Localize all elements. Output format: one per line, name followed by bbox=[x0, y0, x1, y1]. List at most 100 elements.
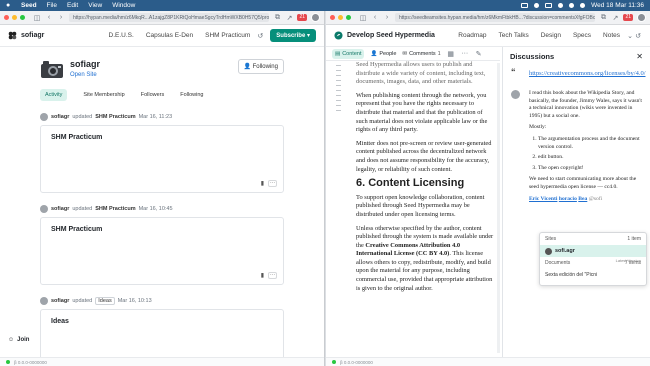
back-arrow-icon[interactable]: ‹ bbox=[371, 14, 379, 21]
edit-icon[interactable]: ✎ bbox=[475, 50, 483, 58]
autocomplete-option[interactable]: sofi.agr Latest Version bbox=[540, 245, 646, 263]
share-icon[interactable]: ↗ bbox=[611, 14, 619, 22]
minimize-window-icon[interactable] bbox=[338, 15, 343, 20]
tab-content[interactable]: ▤ Content bbox=[332, 48, 365, 59]
status-icon[interactable] bbox=[521, 3, 529, 8]
feed-author[interactable]: sofiagr bbox=[51, 206, 69, 212]
tab-site-membership[interactable]: Site Membership bbox=[83, 92, 124, 98]
apple-menu-icon[interactable]: ● bbox=[6, 2, 13, 9]
battery-icon[interactable] bbox=[545, 3, 553, 8]
more-options-button[interactable]: ··· bbox=[268, 272, 277, 279]
feed-card-title[interactable]: SHM Practicum bbox=[51, 226, 273, 233]
document-content[interactable]: Seed Hypermedia allows users to publish … bbox=[356, 61, 494, 298]
following-button[interactable]: 👤 Following bbox=[237, 59, 284, 74]
nav-shm-practicum[interactable]: SHM Practicum bbox=[205, 32, 250, 39]
chevron-down-icon[interactable]: ⌄ bbox=[626, 32, 634, 40]
account-avatar[interactable] bbox=[311, 13, 320, 22]
menu-seed[interactable]: Seed bbox=[21, 2, 37, 9]
forward-arrow-icon[interactable]: › bbox=[57, 14, 65, 21]
seed-logo-icon[interactable] bbox=[8, 31, 17, 40]
nav-design[interactable]: Design bbox=[541, 32, 561, 39]
sync-status-icon[interactable] bbox=[6, 360, 10, 364]
menubar-clock[interactable]: Wed 18 Mar 11:36 bbox=[591, 2, 644, 9]
feed-author[interactable]: sofiagr bbox=[51, 298, 69, 304]
feed-card-title[interactable]: Ideas bbox=[51, 318, 273, 325]
doc-heading[interactable]: 6. Content Licensing bbox=[356, 178, 494, 189]
mention-link[interactable]: Bea bbox=[578, 196, 587, 202]
close-window-icon[interactable] bbox=[4, 15, 9, 20]
nav-tech-talks[interactable]: Tech Talks bbox=[498, 32, 528, 39]
back-arrow-icon[interactable]: ‹ bbox=[45, 14, 53, 21]
commenter-avatar[interactable] bbox=[511, 90, 520, 99]
menu-view[interactable]: View bbox=[88, 2, 102, 9]
license-name[interactable]: Creative Commons Attribution 4.0 Interna… bbox=[356, 242, 460, 258]
nav-capsulas[interactable]: Capsulas E-Den bbox=[146, 32, 193, 39]
tab-followers[interactable]: Followers bbox=[141, 92, 165, 98]
zoom-window-icon[interactable] bbox=[346, 15, 351, 20]
doc-paragraph[interactable]: Unless otherwise specified by the author… bbox=[356, 225, 494, 294]
account-avatar[interactable] bbox=[637, 13, 646, 22]
wifi-icon[interactable] bbox=[558, 3, 564, 8]
tab-comments[interactable]: ✉ Comments 1 bbox=[402, 51, 440, 57]
feed-target[interactable]: SHM Practicum bbox=[95, 206, 135, 212]
mention-link[interactable]: Eric Vicenti bbox=[529, 196, 557, 202]
close-window-icon[interactable] bbox=[330, 15, 335, 20]
more-options-button[interactable]: ··· bbox=[268, 180, 277, 187]
notification-badge[interactable]: 21 bbox=[297, 14, 307, 21]
autocomplete-option[interactable]: Sexta edición del "Picni bbox=[540, 269, 646, 281]
author-avatar[interactable] bbox=[40, 205, 48, 213]
copy-link-icon[interactable]: ⧉ bbox=[599, 14, 607, 22]
author-avatar[interactable] bbox=[40, 297, 48, 305]
site-name[interactable]: Develop Seed Hypermedia bbox=[347, 32, 435, 39]
menu-edit[interactable]: Edit bbox=[67, 2, 78, 9]
copy-link-icon[interactable]: ⧉ bbox=[273, 14, 281, 22]
sync-status-icon[interactable] bbox=[332, 360, 336, 364]
mention-input[interactable]: @sofi bbox=[589, 196, 603, 202]
feed-card[interactable]: SHM Practicum ▮ ··· bbox=[40, 125, 284, 193]
menu-file[interactable]: File bbox=[47, 2, 57, 9]
open-site-link[interactable]: Open Site bbox=[70, 72, 100, 78]
quoted-link[interactable]: “ https://creativecommons.org/licenses/b… bbox=[503, 65, 650, 82]
status-dot-icon[interactable] bbox=[534, 3, 540, 8]
feed-card[interactable]: SHM Practicum ▮ ··· bbox=[40, 217, 284, 285]
join-button[interactable]: ☺ Join bbox=[8, 337, 30, 343]
spotlight-icon[interactable] bbox=[569, 3, 575, 8]
more-icon[interactable]: ··· bbox=[461, 50, 469, 57]
feed-target[interactable]: Ideas bbox=[95, 297, 115, 305]
tab-following[interactable]: Following bbox=[180, 92, 203, 98]
tab-people[interactable]: 👤 People bbox=[370, 51, 396, 57]
nav-deus[interactable]: D.E.U.S. bbox=[109, 32, 134, 39]
close-icon[interactable]: ✕ bbox=[636, 52, 643, 61]
document-scrollbar[interactable] bbox=[497, 63, 500, 353]
minimize-window-icon[interactable] bbox=[12, 15, 17, 20]
mention-link[interactable]: horacio bbox=[559, 196, 577, 202]
share-icon[interactable]: ↗ bbox=[285, 14, 293, 22]
sidebar-toggle-icon[interactable]: ◫ bbox=[359, 14, 367, 22]
url-bar[interactable]: https://hypan.media/hm/z6MkqR...A1zajgZ8… bbox=[69, 13, 270, 22]
doc-paragraph[interactable]: When publishing content through the netw… bbox=[356, 92, 494, 135]
menu-window[interactable]: Window bbox=[112, 2, 135, 9]
subscribe-button[interactable]: Subscribe ▾ bbox=[270, 29, 316, 42]
link-text[interactable]: https://creativecommons.org/licenses/by/… bbox=[529, 70, 646, 77]
feed-card-title[interactable]: SHM Practicum bbox=[51, 134, 273, 141]
history-icon[interactable]: ↺ bbox=[256, 32, 264, 40]
bookmark-icon[interactable]: ▮ bbox=[261, 272, 264, 279]
doc-paragraph[interactable]: To support open knowledge collaboration,… bbox=[356, 194, 494, 220]
nav-roadmap[interactable]: Roadmap bbox=[458, 32, 486, 39]
feed-author[interactable]: sofiagr bbox=[51, 114, 69, 120]
seed-logo-icon[interactable] bbox=[334, 31, 343, 40]
doc-paragraph[interactable]: Mintter does not pre-screen or review us… bbox=[356, 140, 494, 174]
layout-icon[interactable]: ▦ bbox=[447, 50, 455, 58]
url-bar[interactable]: https://seedteamsites.hypan.media/hm/z6M… bbox=[395, 13, 596, 22]
sidebar-toggle-icon[interactable]: ◫ bbox=[33, 14, 41, 22]
nav-specs[interactable]: Specs bbox=[573, 32, 591, 39]
doc-paragraph[interactable]: Seed Hypermedia allows users to publish … bbox=[356, 61, 494, 87]
tab-activity[interactable]: Activity bbox=[40, 89, 68, 101]
bookmark-icon[interactable]: ▮ bbox=[261, 180, 264, 187]
history-icon[interactable]: ↺ bbox=[634, 32, 642, 40]
author-avatar[interactable] bbox=[40, 113, 48, 121]
feed-target[interactable]: SHM Practicum bbox=[95, 114, 135, 120]
nav-notes[interactable]: Notes bbox=[603, 32, 620, 39]
site-name[interactable]: sofiagr bbox=[21, 32, 44, 39]
control-center-icon[interactable] bbox=[580, 3, 586, 8]
